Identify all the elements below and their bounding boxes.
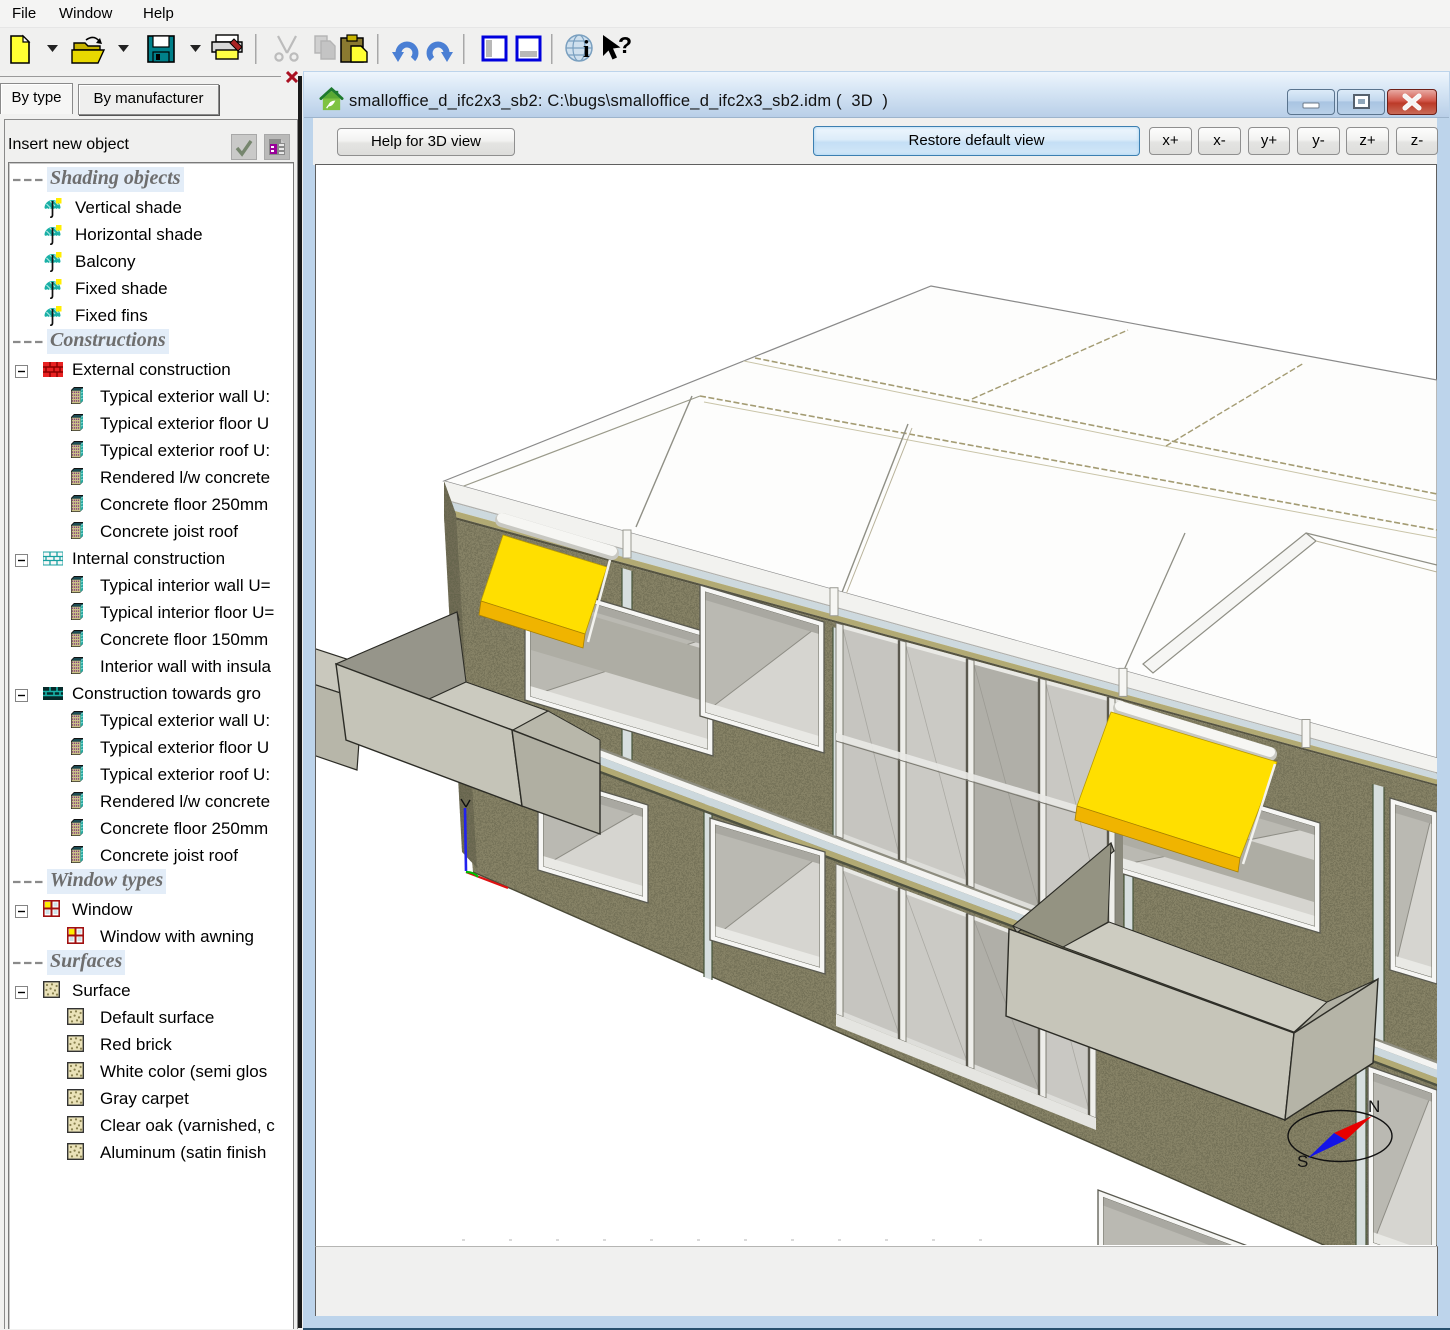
svg-text:i: i	[583, 37, 590, 63]
svg-text:N: N	[1368, 1097, 1380, 1116]
svg-text:?: ?	[618, 32, 632, 58]
svg-text:S: S	[1297, 1152, 1308, 1171]
